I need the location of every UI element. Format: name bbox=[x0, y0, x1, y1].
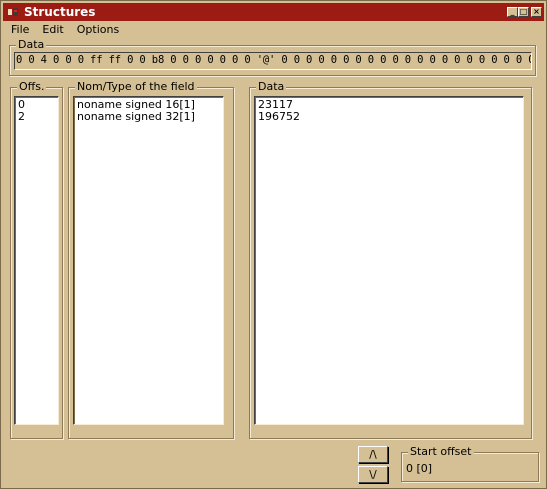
fields-group-label: Nom/Type of the field bbox=[75, 80, 197, 94]
list-item[interactable]: 2 bbox=[18, 111, 55, 123]
data-group-label: Data bbox=[16, 38, 47, 52]
fields-list[interactable]: noname signed 16[1] noname signed 32[1] bbox=[73, 96, 224, 425]
menu-file[interactable]: File bbox=[3, 23, 34, 36]
values-list[interactable]: 23117 196752 bbox=[254, 96, 524, 425]
list-item[interactable]: 196752 bbox=[258, 111, 520, 123]
app-icon[interactable] bbox=[6, 5, 20, 19]
title-bar[interactable]: Structures _ □ × bbox=[3, 3, 544, 21]
start-offset-value: 0 [0] bbox=[406, 462, 433, 475]
list-item[interactable]: noname signed 32[1] bbox=[77, 111, 220, 123]
offsets-list[interactable]: 0 2 bbox=[14, 96, 59, 425]
menu-bar: File Edit Options bbox=[3, 21, 124, 37]
window-title: Structures bbox=[24, 5, 96, 19]
offset-down-button[interactable]: \/ bbox=[358, 466, 388, 483]
start-offset-label: Start offset bbox=[408, 445, 474, 459]
menu-edit[interactable]: Edit bbox=[34, 23, 68, 36]
hex-data-field[interactable]: 0 0 4 0 0 0 ff ff 0 0 b8 0 0 0 0 0 0 0 '… bbox=[14, 52, 532, 70]
menu-options[interactable]: Options bbox=[69, 23, 124, 36]
structures-window: Structures _ □ × File Edit Options Data … bbox=[0, 0, 547, 489]
minimize-button[interactable]: _ bbox=[507, 7, 518, 17]
offsets-group-label: Offs. bbox=[17, 80, 47, 94]
close-button[interactable]: × bbox=[531, 7, 542, 17]
offset-up-button[interactable]: /\ bbox=[358, 446, 388, 463]
values-group-label: Data bbox=[256, 80, 287, 94]
maximize-button[interactable]: □ bbox=[518, 7, 529, 17]
